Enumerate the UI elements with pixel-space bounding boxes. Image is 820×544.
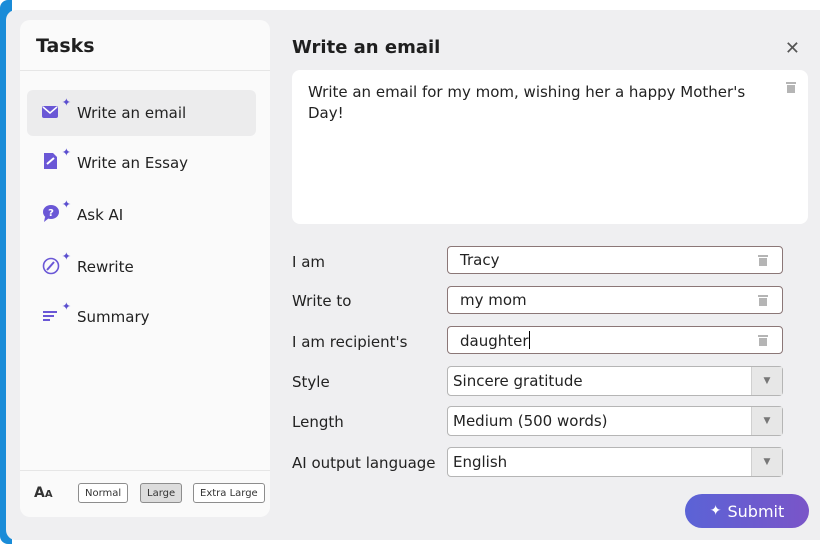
task-item-write-essay[interactable]: ✦ Write an Essay [27, 140, 256, 186]
font-size-extra-large-button[interactable]: Extra Large [193, 483, 265, 503]
task-label: Rewrite [77, 258, 134, 276]
chevron-down-icon[interactable]: ▼ [751, 407, 782, 435]
task-label: Ask AI [77, 206, 124, 224]
length-select[interactable]: Medium (500 words) ▼ [447, 406, 783, 436]
document-edit-sparkle-icon: ✦ [41, 147, 71, 175]
task-item-write-email[interactable]: ✦ Write an email [27, 90, 256, 136]
write-to-field[interactable]: my mom [447, 286, 783, 314]
task-item-ask-ai[interactable]: ? ✦ Ask AI [27, 192, 256, 238]
prompt-text: Write an email for my mom, wishing her a… [308, 83, 746, 122]
magic-wand-sparkle-icon: ✦ [41, 251, 71, 279]
font-size-normal-button[interactable]: Normal [78, 483, 129, 503]
close-icon[interactable]: ✕ [785, 38, 800, 59]
prompt-textarea[interactable]: Write an email for my mom, wishing her a… [292, 70, 808, 224]
font-size-bar: AA Normal Large Extra Large [20, 470, 270, 517]
write-to-value: my mom [460, 291, 527, 309]
sidebar-divider [20, 70, 270, 71]
i-am-value: Tracy [460, 251, 500, 269]
length-value: Medium (500 words) [453, 412, 608, 430]
style-select[interactable]: Sincere gratitude ▼ [447, 366, 783, 396]
task-item-summary[interactable]: ✦ Summary [27, 294, 256, 340]
task-label: Write an Essay [77, 154, 189, 172]
chevron-down-icon[interactable]: ▼ [751, 448, 782, 476]
language-value: English [453, 453, 508, 471]
language-select[interactable]: English ▼ [447, 447, 783, 477]
trash-icon[interactable] [758, 294, 768, 306]
chat-question-sparkle-icon: ? ✦ [41, 199, 71, 227]
submit-button[interactable]: ✦ Submit [685, 494, 809, 528]
write-to-label: Write to [292, 292, 352, 310]
style-label: Style [292, 373, 330, 391]
text-lines-sparkle-icon: ✦ [41, 301, 71, 329]
trash-icon[interactable] [786, 81, 796, 93]
sidebar-title: Tasks [36, 35, 95, 57]
language-label: AI output language [292, 454, 436, 472]
task-item-rewrite[interactable]: ✦ Rewrite [27, 244, 256, 290]
recipient-relation-value: daughter [460, 332, 529, 350]
sparkle-icon: ✦ [709, 503, 722, 519]
trash-icon[interactable] [758, 334, 768, 346]
svg-text:?: ? [48, 208, 54, 219]
recipient-relation-label: I am recipient's [292, 333, 408, 351]
submit-label: Submit [727, 501, 785, 521]
text-cursor [528, 331, 530, 349]
style-value: Sincere gratitude [453, 372, 583, 390]
task-label: Summary [77, 308, 150, 326]
recipient-relation-field[interactable]: daughter [447, 326, 783, 354]
mail-sparkle-icon: ✦ [41, 97, 71, 125]
length-label: Length [292, 413, 344, 431]
i-am-field[interactable]: Tracy [447, 246, 783, 274]
task-label: Write an email [77, 104, 187, 122]
font-size-large-button[interactable]: Large [140, 483, 183, 503]
tasks-sidebar: Tasks ✦ Write an email ✦ Write an Essay … [20, 20, 270, 517]
i-am-label: I am [292, 253, 325, 271]
chevron-down-icon[interactable]: ▼ [751, 367, 782, 395]
trash-icon[interactable] [758, 254, 768, 266]
page-title: Write an email [292, 37, 441, 58]
font-size-icon: AA [34, 485, 53, 501]
